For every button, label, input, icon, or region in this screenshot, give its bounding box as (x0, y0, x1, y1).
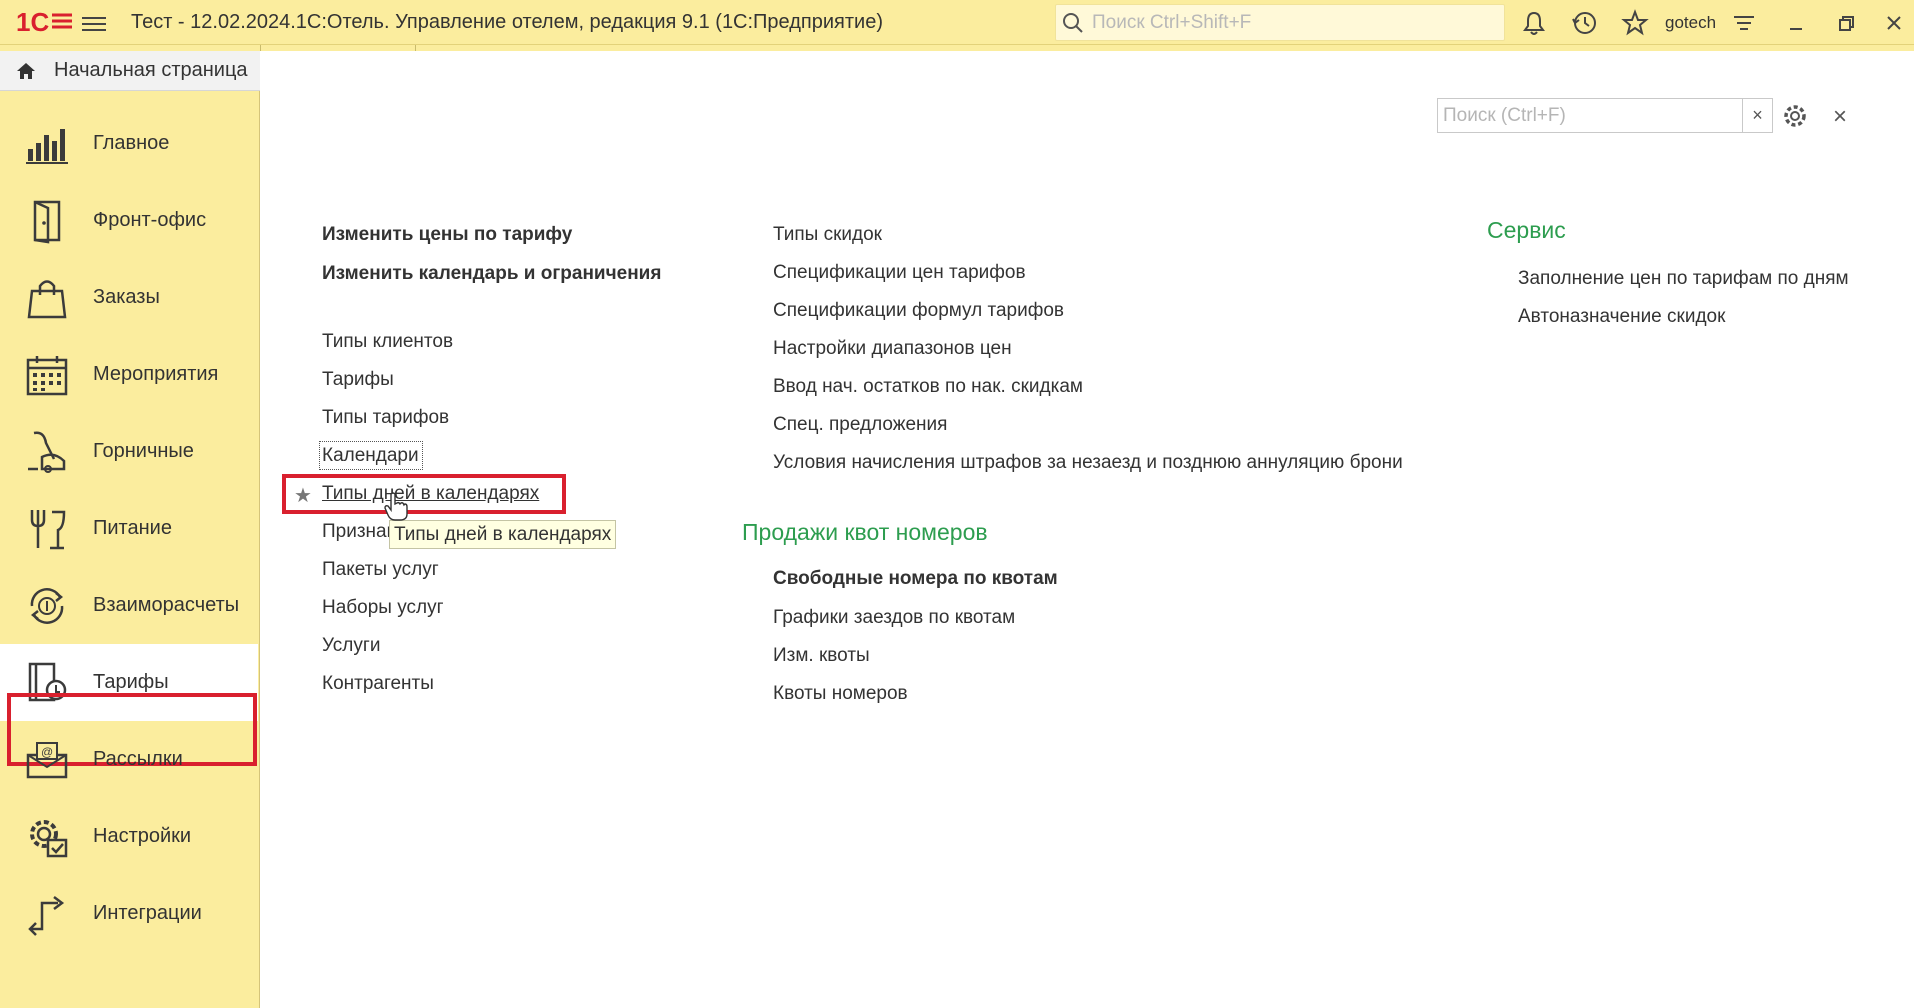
username-label[interactable]: gotech (1665, 13, 1716, 33)
1c-logo[interactable]: 1С (14, 7, 74, 37)
shopping-bag-icon (27, 279, 67, 318)
panel-search-box[interactable]: × (1437, 98, 1773, 133)
section-mailings[interactable]: @ Рассылки (0, 721, 258, 798)
section-mailings-label: Рассылки (93, 748, 183, 770)
cmd-penalty-conditions[interactable]: Условия начисления штрафов за незаезд и … (773, 452, 1403, 474)
cmd-counterparties[interactable]: Контрагенты (322, 673, 434, 695)
sections-panel: Начальная страница Главное Фронт-офис За… (0, 51, 260, 1008)
cmd-services[interactable]: Услуги (322, 635, 380, 657)
bell-icon[interactable] (1520, 9, 1548, 37)
cmd-calendar-day-types[interactable]: Типы дней в календарях (322, 483, 539, 505)
cmd-free-rooms-by-quota[interactable]: Свободные номера по квотам (773, 568, 1058, 590)
cmd-change-calendar-restrictions[interactable]: Изменить календарь и ограничения (322, 263, 661, 285)
section-integrations-label: Интеграции (93, 902, 202, 924)
settings-gear-icon (30, 819, 68, 857)
cmd-calendars[interactable]: Календари (322, 445, 419, 467)
panel-search-input[interactable] (1441, 103, 1731, 128)
section-settlements[interactable]: Взаиморасчеты (0, 567, 258, 644)
cmd-tariff-formula-specs[interactable]: Спецификации формул тарифов (773, 300, 1064, 322)
section-orders-label: Заказы (93, 286, 160, 308)
window-title: Тест - 12.02.2024.1С:Отель. Управление о… (131, 11, 883, 33)
section-food[interactable]: Питание (0, 490, 258, 567)
cmd-fill-prices-by-days[interactable]: Заполнение цен по тарифам по дням (1518, 268, 1849, 290)
cmd-tariffs[interactable]: Тарифы (322, 369, 394, 391)
cmd-quota-arrival-schedules[interactable]: Графики заездов по квотам (773, 607, 1015, 629)
section-events-label: Мероприятия (93, 363, 219, 385)
cmd-tariff-price-specs[interactable]: Спецификации цен тарифов (773, 262, 1026, 284)
door-icon (33, 200, 61, 243)
section-front-office[interactable]: Фронт-офис (0, 182, 258, 259)
cmd-service-sets[interactable]: Наборы услуг (322, 597, 444, 619)
home-icon (17, 62, 35, 79)
cmd-tariff-types[interactable]: Типы тарифов (322, 407, 449, 429)
section-main-label: Главное (93, 132, 170, 154)
history-icon[interactable] (1571, 9, 1599, 37)
section-orders[interactable]: Заказы (0, 259, 258, 336)
favorites-star-icon[interactable] (1621, 9, 1649, 37)
cmd-discount-types[interactable]: Типы скидок (773, 224, 882, 246)
main-menu-icon[interactable] (82, 13, 106, 33)
section-food-label: Питание (93, 517, 172, 539)
mailing-envelope-icon: @ (26, 741, 68, 778)
section-settlements-label: Взаиморасчеты (93, 594, 240, 616)
svg-text:@: @ (41, 745, 53, 759)
global-search-input[interactable] (1090, 10, 1490, 35)
cutlery-icon (30, 509, 66, 549)
cmd-auto-assign-discounts[interactable]: Автоназначение скидок (1518, 306, 1725, 328)
search-icon (1063, 12, 1083, 33)
calendar-icon (26, 355, 68, 395)
favorite-star-icon[interactable]: ★ (294, 483, 312, 508)
restore-window-icon[interactable] (1832, 9, 1860, 37)
group-quota-sales: Продажи квот номеров (742, 519, 988, 545)
cmd-change-tariff-prices[interactable]: Изменить цены по тарифу (322, 224, 572, 246)
home-page-label: Начальная страница (54, 59, 248, 81)
cmd-change-quota[interactable]: Изм. квоты (773, 645, 870, 667)
section-front-office-label: Фронт-офис (93, 209, 207, 231)
section-housekeeping-label: Горничные (93, 440, 194, 462)
cmd-room-quotas[interactable]: Квоты номеров (773, 683, 908, 705)
integration-arrows-icon (28, 895, 65, 936)
section-integrations[interactable]: Интеграции (0, 875, 258, 952)
section-events[interactable]: Мероприятия (0, 336, 258, 413)
minimize-icon[interactable] (1782, 9, 1810, 37)
user-menu-icon[interactable] (1730, 9, 1758, 37)
section-settings[interactable]: Настройки (0, 798, 258, 875)
hand-cursor-icon (384, 492, 408, 521)
cmd-price-range-settings[interactable]: Настройки диапазонов цен (773, 338, 1012, 360)
close-panel-button[interactable]: × (1827, 104, 1853, 130)
cmd-initial-discount-balances[interactable]: Ввод нач. остатков по нак. скидкам (773, 376, 1083, 398)
title-bar: 1С Тест - 12.02.2024.1С:Отель. Управлени… (0, 0, 1914, 45)
group-service: Сервис (1487, 217, 1566, 243)
home-page-link[interactable]: Начальная страница (0, 51, 260, 91)
global-search-box[interactable] (1055, 4, 1505, 41)
close-window-icon[interactable] (1880, 9, 1908, 37)
gear-icon[interactable] (1780, 101, 1810, 131)
cmd-client-types[interactable]: Типы клиентов (322, 331, 453, 353)
section-housekeeping[interactable]: Горничные (0, 413, 258, 490)
cmd-service-packages[interactable]: Пакеты услуг (322, 559, 439, 581)
section-settings-label: Настройки (93, 825, 192, 847)
vacuum-cleaner-icon (28, 430, 66, 473)
section-tariffs-label: Тарифы (93, 671, 169, 693)
tooltip: Типы дней в календарях (389, 520, 617, 549)
section-main[interactable]: Главное (0, 105, 258, 182)
clear-search-button[interactable]: × (1742, 99, 1772, 132)
svg-text:1С: 1С (16, 7, 49, 37)
cmd-special-offers[interactable]: Спец. предложения (773, 414, 947, 436)
currency-cycle-icon (30, 587, 64, 624)
chart-bars-icon (26, 128, 68, 164)
